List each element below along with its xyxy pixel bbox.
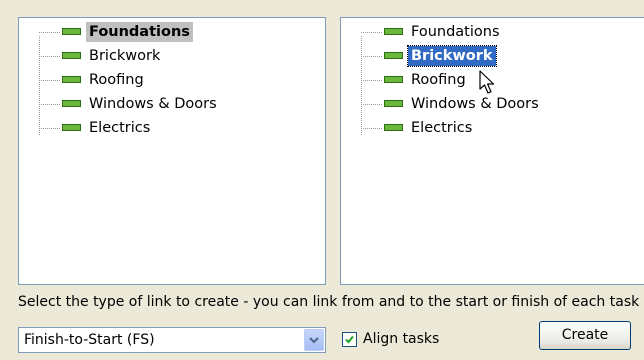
align-tasks-checkbox[interactable] bbox=[342, 332, 357, 347]
link-type-select[interactable]: Finish-to-Start (FS) bbox=[18, 327, 326, 353]
tree-connector bbox=[361, 128, 382, 129]
target-task-tree[interactable]: Foundations Brickwork Roofing Windows & … bbox=[340, 17, 644, 285]
tree-item-windows-doors[interactable]: Windows & Doors bbox=[19, 93, 299, 115]
tree-connector bbox=[361, 80, 382, 81]
tree-item-foundations[interactable]: Foundations bbox=[19, 21, 299, 43]
tree-connector bbox=[39, 32, 60, 33]
tree-item-label: Windows & Doors bbox=[411, 96, 539, 112]
tree-item-foundations[interactable]: Foundations bbox=[341, 21, 621, 43]
chevron-down-icon bbox=[309, 337, 319, 344]
tree-item-electrics[interactable]: Electrics bbox=[19, 117, 299, 139]
tree-item-windows-doors[interactable]: Windows & Doors bbox=[341, 93, 621, 115]
tree-item-roofing[interactable]: Roofing bbox=[19, 69, 299, 91]
tree-item-label: Brickwork bbox=[407, 45, 497, 67]
tree-item-label: Roofing bbox=[411, 72, 466, 88]
tree-item-label: Electrics bbox=[89, 120, 151, 136]
mouse-pointer-icon bbox=[479, 70, 495, 94]
tree-item-brickwork[interactable]: Brickwork bbox=[19, 45, 299, 67]
tree-connector bbox=[361, 32, 382, 33]
create-button[interactable]: Create bbox=[539, 321, 631, 350]
tree-item-label: Foundations bbox=[86, 22, 193, 42]
tree-item-label: Foundations bbox=[411, 24, 500, 40]
tree-item-label: Electrics bbox=[411, 120, 473, 136]
tree-item-label: Roofing bbox=[89, 72, 144, 88]
tree-item-label: Windows & Doors bbox=[89, 96, 217, 112]
task-bar-icon bbox=[384, 124, 403, 131]
checkmark-icon bbox=[345, 335, 354, 344]
tree-connector bbox=[361, 104, 382, 105]
task-bar-icon bbox=[62, 76, 81, 83]
tree-connector bbox=[39, 128, 60, 129]
tree-item-label: Brickwork bbox=[89, 48, 161, 64]
link-type-value: Finish-to-Start (FS) bbox=[24, 332, 155, 348]
task-bar-icon bbox=[384, 76, 403, 83]
align-tasks-label[interactable]: Align tasks bbox=[363, 330, 439, 348]
tree-connector bbox=[39, 104, 60, 105]
instruction-text: Select the type of link to create - you … bbox=[18, 294, 640, 310]
dropdown-button[interactable] bbox=[304, 329, 324, 351]
source-task-tree[interactable]: Foundations Brickwork Roofing Windows & … bbox=[18, 17, 326, 285]
task-bar-icon bbox=[384, 52, 403, 59]
tree-connector bbox=[39, 56, 60, 57]
task-bar-icon bbox=[384, 100, 403, 107]
tree-item-brickwork[interactable]: Brickwork bbox=[341, 45, 621, 67]
task-bar-icon bbox=[384, 28, 403, 35]
task-bar-icon bbox=[62, 124, 81, 131]
task-bar-icon bbox=[62, 52, 81, 59]
tree-connector bbox=[361, 56, 382, 57]
task-bar-icon bbox=[62, 28, 81, 35]
tree-item-electrics[interactable]: Electrics bbox=[341, 117, 621, 139]
tree-connector bbox=[39, 80, 60, 81]
task-bar-icon bbox=[62, 100, 81, 107]
